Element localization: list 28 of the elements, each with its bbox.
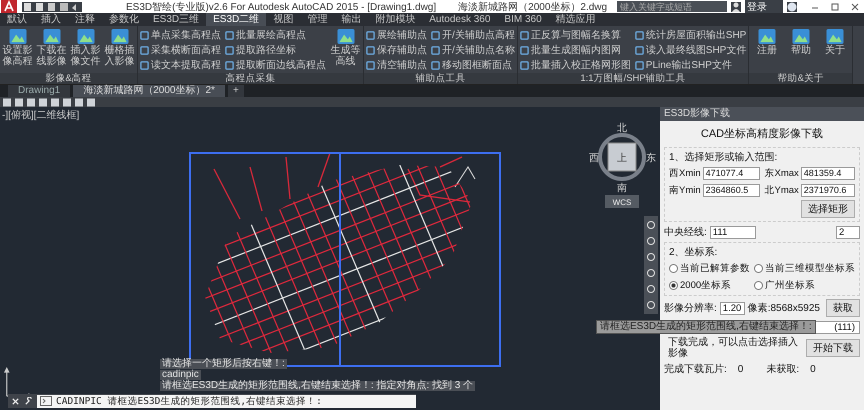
window-title: ES3D智绘(专业版)v2.6 For Autodesk AutoCAD 2015 - [Drawing1.dwg] xyxy=(126,0,436,14)
field-label: 北Ymax xyxy=(764,184,799,197)
viewcube-north-label: 北 xyxy=(617,123,627,134)
field-label: 中央经线: xyxy=(664,226,707,239)
status-text: 下载完成，可以点击选择插入影像 xyxy=(667,337,799,359)
viewcube-south-label: 南 xyxy=(617,183,627,194)
panel-title: 帮助&关于 xyxy=(749,73,852,84)
field-label: 影像分辨率: xyxy=(664,302,717,315)
group-label: 2、坐标系: xyxy=(669,246,718,259)
panel-title: 高程点采集 xyxy=(138,73,363,84)
stat-label: 完成下载瓦片: xyxy=(664,362,727,376)
group-label: 1、选择矩形或输入范围: xyxy=(669,150,778,164)
tooltip: 请框选ES3D生成的矩形范围线,右键结束选择！: xyxy=(596,320,816,334)
panel-title: 影像&高程 xyxy=(0,73,137,84)
panel-title: ES3D影像下载 xyxy=(660,107,864,121)
stat-label: 未获取: xyxy=(766,362,800,376)
pixel-size-text: 像素:8568x5925 xyxy=(748,302,820,315)
viewcube-east-label: 东 xyxy=(646,153,656,164)
panel-title: 1:1万图幅/SHP辅助工具 xyxy=(518,73,748,84)
stat-value: 0 xyxy=(738,364,744,374)
panel-heading: CAD坐标高精度影像下载 xyxy=(700,126,824,142)
panel-title: 辅助点工具 xyxy=(364,73,517,84)
stat-value: 0 xyxy=(810,364,816,374)
field-label: 南Ymin xyxy=(669,184,701,197)
field-label: 东Xmax xyxy=(764,167,799,180)
document-title: 海淡新城路网（2000坐标）2.dwg xyxy=(458,0,608,14)
viewcube-west-label: 西 xyxy=(589,153,599,164)
field-label: 西Xmin xyxy=(669,167,701,180)
